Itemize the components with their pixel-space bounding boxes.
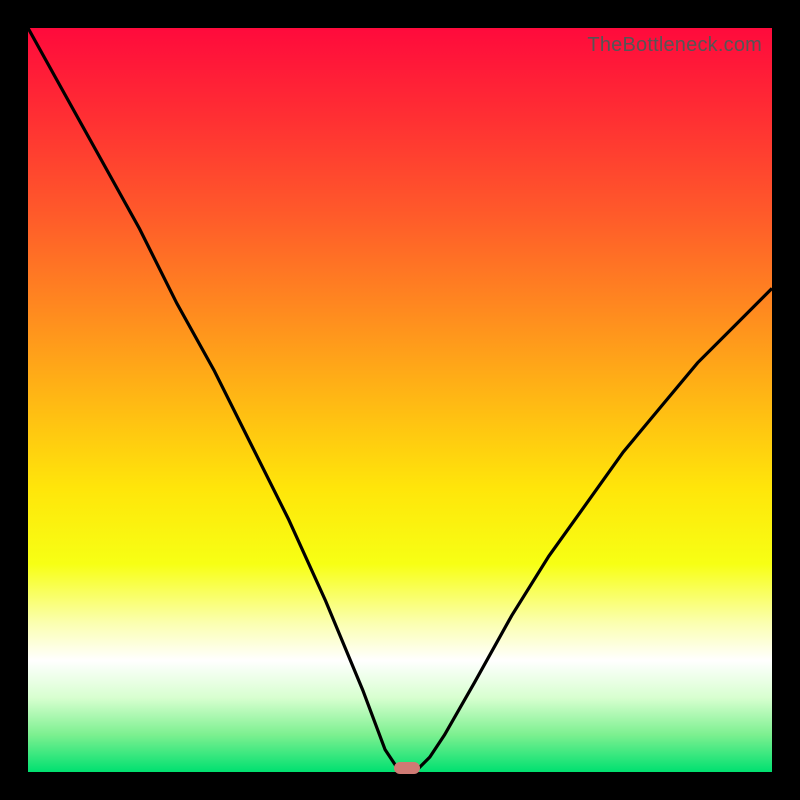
watermark-text: TheBottleneck.com — [587, 34, 762, 57]
bottleneck-curve — [28, 28, 772, 772]
optimal-point-marker — [394, 762, 420, 774]
chart-frame: TheBottleneck.com — [0, 0, 800, 800]
plot-area: TheBottleneck.com — [28, 28, 772, 772]
